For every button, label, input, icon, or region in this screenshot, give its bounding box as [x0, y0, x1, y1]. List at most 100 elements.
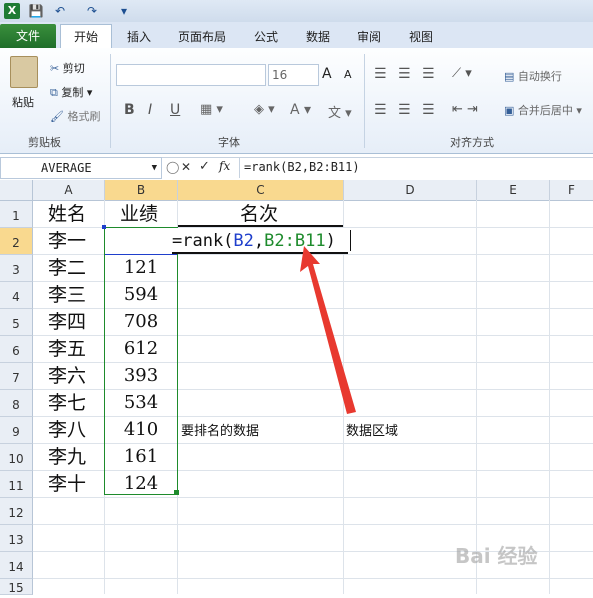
ref-handle[interactable] [102, 225, 106, 229]
save-icon[interactable]: 💾 [28, 3, 44, 19]
column-header-a[interactable]: A [33, 180, 105, 200]
merge-center-button[interactable]: ▣ 合并后居中 ▾ [504, 102, 582, 118]
row-header-1[interactable]: 1 [0, 201, 33, 228]
row-header-12[interactable]: 12 [0, 498, 33, 525]
shrink-font-button[interactable]: A [344, 68, 352, 81]
formula-ref-b2: B2 [233, 231, 254, 251]
cell-a5[interactable]: 李四 [48, 309, 86, 335]
grid-line [33, 524, 593, 525]
column-header-d[interactable]: D [344, 180, 477, 200]
cell-a4[interactable]: 李三 [48, 282, 86, 308]
tab-data[interactable]: 数据 [304, 26, 332, 48]
formula-prefix: =rank( [172, 231, 234, 251]
tab-page-layout[interactable]: 页面布局 [174, 26, 230, 48]
merge-cells-icon: ▣ [504, 104, 515, 117]
select-all-corner[interactable] [0, 180, 33, 200]
arrow-shape [300, 246, 356, 414]
grow-font-button[interactable]: A [322, 66, 332, 82]
font-color-button[interactable]: A ▾ [290, 102, 311, 118]
red-arrow-annotation [300, 246, 356, 414]
fill-color-icon[interactable]: ◈ ▾ [254, 102, 275, 117]
grid-line [549, 200, 550, 594]
font-size-combobox[interactable]: 16 [268, 64, 319, 86]
tab-formulas[interactable]: 公式 [252, 26, 280, 48]
format-painter-label: 格式刷 [67, 110, 101, 123]
align-center-icon[interactable]: ☰ [398, 102, 411, 118]
grid-line [476, 200, 477, 594]
row-header-14[interactable]: 14 [0, 552, 33, 579]
formula-input[interactable]: =rank(B2,B2:B11) [244, 160, 360, 174]
row-header-4[interactable]: 4 [0, 282, 33, 309]
c1-bottom-border [178, 225, 343, 227]
name-box[interactable]: AVERAGE ▼ [0, 157, 162, 179]
cell-a7[interactable]: 李六 [48, 363, 86, 389]
group-separator [364, 54, 365, 148]
orientation-icon[interactable]: ⟋ ▾ [452, 66, 472, 81]
row-header-2[interactable]: 2 [0, 228, 33, 255]
row-header-13[interactable]: 13 [0, 525, 33, 552]
row-header-8[interactable]: 8 [0, 390, 33, 417]
column-header-c[interactable]: C [178, 180, 344, 200]
cell-a8[interactable]: 李七 [48, 390, 86, 416]
bold-button[interactable]: B [124, 102, 135, 118]
cell-a6[interactable]: 李五 [48, 336, 86, 362]
underline-button[interactable]: U [170, 102, 180, 118]
cell-a10[interactable]: 李九 [48, 444, 86, 470]
row-header-11[interactable]: 11 [0, 471, 33, 498]
baidu-watermark: Bai 经验 [455, 544, 538, 568]
ref-handle[interactable] [174, 490, 179, 495]
row-header-15[interactable]: 15 [0, 579, 33, 595]
tab-file[interactable]: 文件 [0, 24, 56, 48]
cell-a3[interactable]: 李二 [48, 255, 86, 281]
cell-b1[interactable]: 业绩 [120, 201, 158, 227]
name-box-dropdown-icon[interactable]: ▼ [152, 158, 157, 178]
align-bottom-icon[interactable]: ☰ [422, 66, 435, 82]
copy-label: 复制 [61, 86, 84, 99]
borders-icon[interactable]: ▦ ▾ [200, 102, 223, 117]
align-middle-icon[interactable]: ☰ [398, 66, 411, 82]
brush-icon: 🖌 [50, 110, 64, 123]
cell-c1[interactable]: 名次 [240, 201, 278, 227]
title-bar: X 💾 ↶ ↷ ▾ [0, 0, 593, 23]
tab-review[interactable]: 审阅 [355, 26, 383, 48]
row-header-3[interactable]: 3 [0, 255, 33, 282]
cell-a1[interactable]: 姓名 [48, 201, 86, 227]
paste-icon[interactable] [10, 56, 38, 88]
wrap-text-button[interactable]: ▤ 自动换行 [504, 68, 562, 84]
italic-button[interactable]: I [148, 102, 152, 118]
row-header-5[interactable]: 5 [0, 309, 33, 336]
align-right-icon[interactable]: ☰ [422, 102, 435, 118]
cell-a11[interactable]: 李十 [48, 471, 86, 497]
font-name-combobox[interactable] [116, 64, 266, 86]
cell-a2[interactable]: 李一 [48, 228, 86, 254]
format-painter-button[interactable]: 🖌 格式刷 [50, 108, 100, 124]
insert-function-icon[interactable]: fx [219, 159, 230, 173]
copy-button[interactable]: ⧉ 复制 ▾ [50, 84, 92, 100]
row-header-7[interactable]: 7 [0, 363, 33, 390]
tab-view[interactable]: 视图 [407, 26, 435, 48]
ribbon-tabs: 文件 开始 插入 页面布局 公式 数据 审阅 视图 [0, 22, 593, 49]
paste-button[interactable]: 粘贴 [12, 94, 34, 110]
row-header-6[interactable]: 6 [0, 336, 33, 363]
row-header-10[interactable]: 10 [0, 444, 33, 471]
column-header-e[interactable]: E [477, 180, 550, 200]
column-header-f[interactable]: F [550, 180, 593, 200]
align-top-icon[interactable]: ☰ [374, 66, 387, 82]
phonetic-icon[interactable]: 文 ▾ [328, 102, 352, 121]
row-header-9[interactable]: 9 [0, 417, 33, 444]
font-color-label: A [290, 102, 300, 118]
formula-bar-resize-icon[interactable]: ◯ [166, 160, 179, 174]
redo-icon[interactable]: ↷ [84, 3, 100, 19]
enter-icon[interactable]: ✓ [199, 159, 210, 174]
undo-icon[interactable]: ↶ [52, 3, 68, 19]
cell-a9[interactable]: 李八 [48, 417, 86, 443]
excel-app-icon[interactable]: X [4, 3, 20, 19]
indent-icon[interactable]: ⇤ ⇥ [452, 102, 478, 117]
cut-button[interactable]: ✂ 剪切 [50, 60, 85, 76]
align-left-icon[interactable]: ☰ [374, 102, 387, 118]
column-header-b[interactable]: B [105, 180, 178, 200]
cancel-icon[interactable]: ✕ [181, 160, 191, 174]
customize-qat-icon[interactable]: ▾ [116, 3, 132, 19]
tab-home[interactable]: 开始 [60, 24, 112, 49]
tab-insert[interactable]: 插入 [124, 26, 154, 48]
